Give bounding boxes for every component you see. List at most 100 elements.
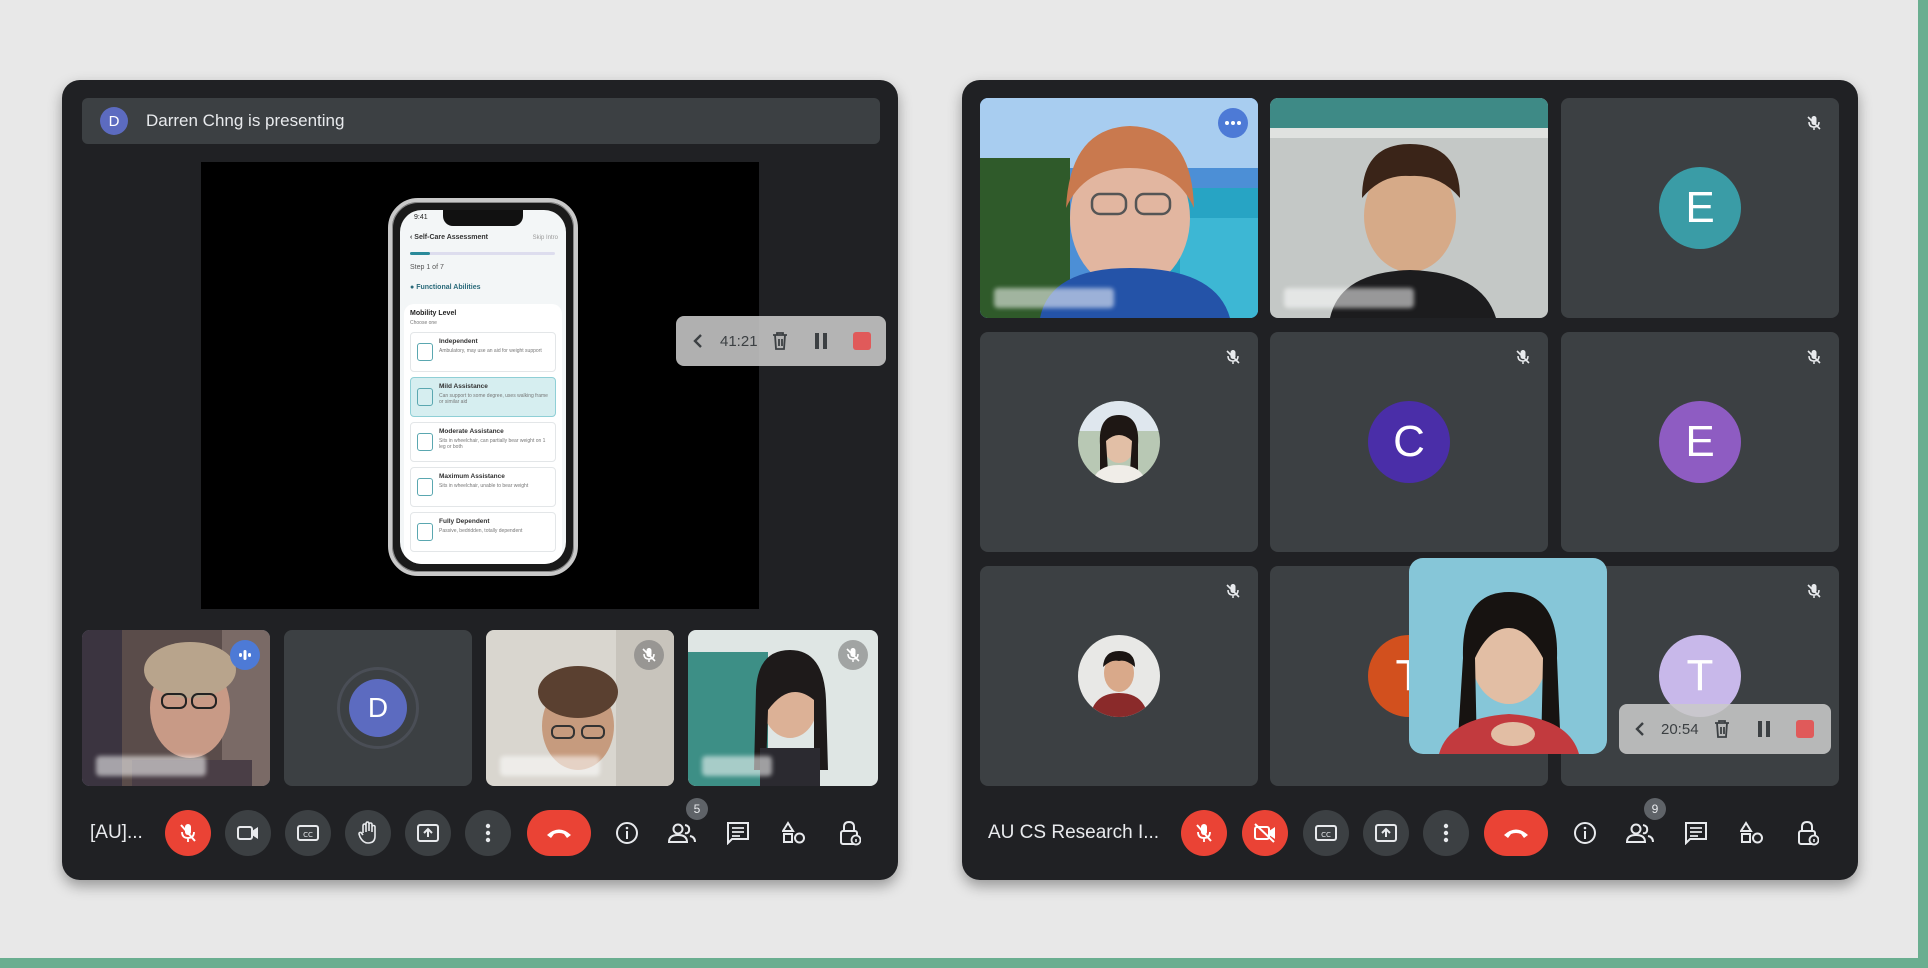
more-options-button[interactable]: [1423, 810, 1469, 856]
green-frame-right: [1918, 0, 1928, 968]
chevron-left-icon[interactable]: [676, 333, 720, 349]
present-icon: [417, 824, 439, 842]
svg-text:CC: CC: [1321, 831, 1331, 839]
camera-toggle-button[interactable]: [225, 810, 271, 856]
present-button[interactable]: [405, 810, 451, 856]
phone-header-title: Self-Care Assessment: [414, 234, 488, 241]
self-view-tile[interactable]: [1409, 558, 1607, 754]
meeting-title: [AU]...: [90, 822, 143, 843]
mic-toggle-button[interactable]: [165, 810, 211, 856]
participants-count-badge: 5: [686, 798, 708, 820]
mic-off-icon: [838, 640, 868, 670]
phone-skip: Skip Intro: [532, 235, 558, 241]
info-icon: [616, 822, 638, 844]
participant-tile[interactable]: [688, 630, 878, 786]
avatar: E: [1659, 401, 1741, 483]
activities-button[interactable]: [774, 813, 814, 853]
mic-off-icon: [1799, 576, 1829, 606]
option-item: Fully Dependent Passive, bedridden, total…: [410, 512, 556, 552]
leave-call-button[interactable]: [1484, 810, 1548, 856]
right-meet-window: E C E T T: [962, 80, 1858, 880]
chat-button[interactable]: [718, 813, 758, 853]
mic-off-icon: [1799, 108, 1829, 138]
present-button[interactable]: [1363, 810, 1409, 856]
stop-icon[interactable]: [842, 332, 882, 350]
speaking-icon: [230, 640, 260, 670]
participant-tile-speaking[interactable]: [82, 630, 270, 786]
raise-hand-button[interactable]: [345, 810, 391, 856]
leave-call-button[interactable]: [527, 810, 591, 856]
participant-name-blurred: [1284, 288, 1414, 308]
info-icon: [1574, 822, 1596, 844]
captions-button[interactable]: CC: [285, 810, 331, 856]
camera-icon: [237, 826, 258, 840]
recorder-time: 41:21: [720, 332, 758, 350]
participant-tile[interactable]: [980, 332, 1258, 552]
presenter-banner: D Darren Chng is presenting: [82, 98, 880, 144]
stop-icon[interactable]: [1785, 720, 1825, 738]
avatar: D: [349, 679, 407, 737]
end-call-icon: [1504, 829, 1528, 838]
option-item: Independent Ambulatory, may use an aid fo…: [410, 332, 556, 372]
chevron-left-icon[interactable]: [1619, 721, 1661, 737]
people-icon: [1626, 823, 1654, 843]
participant-tile[interactable]: [486, 630, 674, 786]
avatar-photo: [1078, 635, 1160, 717]
phone-step: Step 1 of 7: [410, 264, 444, 271]
people-icon: [668, 823, 696, 843]
phone-sheet: Mobility Level Choose one Independent Amb…: [404, 304, 562, 564]
meeting-title: AU CS Research I...: [988, 822, 1160, 843]
chat-icon: [727, 822, 749, 845]
participant-tile-video[interactable]: [1270, 98, 1548, 318]
phone-time: 9:41: [414, 214, 428, 221]
left-meet-window: D Darren Chng is presenting 9:41 ‹ Self-…: [62, 80, 898, 880]
more-options-button[interactable]: [465, 810, 511, 856]
host-controls-button[interactable]: [830, 813, 870, 853]
green-frame-bottom: [0, 958, 1928, 968]
presenter-banner-text: Darren Chng is presenting: [146, 111, 345, 130]
chat-icon: [1685, 822, 1707, 845]
mic-off-icon: [1218, 576, 1248, 606]
lock-icon: [1798, 820, 1819, 846]
mic-off-icon: [1799, 342, 1829, 372]
host-controls-button[interactable]: [1788, 813, 1828, 853]
camera-toggle-button[interactable]: [1242, 810, 1288, 856]
end-call-icon: [547, 829, 571, 838]
participant-tile[interactable]: E: [1561, 332, 1839, 552]
phone-screen: 9:41 ‹ Self-Care Assessment Skip Intro S…: [400, 210, 566, 564]
captions-icon: CC: [1315, 825, 1337, 841]
meeting-info-button[interactable]: [1565, 813, 1605, 853]
presenter-avatar: D: [100, 107, 128, 135]
mic-toggle-button[interactable]: [1181, 810, 1227, 856]
sheet-subtitle: Choose one: [410, 320, 437, 326]
activities-icon: [782, 821, 805, 844]
pause-icon[interactable]: [1743, 720, 1785, 738]
recorder-bar: 41:21: [676, 316, 886, 366]
tile-more-button[interactable]: [1218, 108, 1248, 138]
participant-tile-video[interactable]: [980, 98, 1258, 318]
pause-icon[interactable]: [800, 332, 842, 350]
activities-button[interactable]: [1732, 813, 1772, 853]
raise-hand-icon: [358, 821, 376, 844]
trash-icon[interactable]: [760, 331, 800, 351]
participant-tile[interactable]: C: [1270, 332, 1548, 552]
participant-tile[interactable]: [980, 566, 1258, 786]
avatar: E: [1659, 167, 1741, 249]
participant-name-blurred: [500, 756, 600, 776]
option-item-selected: Mild Assistance Can support to some degre…: [410, 377, 556, 417]
chat-button[interactable]: [1676, 813, 1716, 853]
participant-tile[interactable]: D: [284, 630, 472, 786]
trash-icon[interactable]: [1701, 719, 1743, 739]
camera-off-icon: [1254, 823, 1275, 843]
meeting-info-button[interactable]: [607, 813, 647, 853]
phone-progress: [410, 252, 555, 255]
option-item: Moderate Assistance Sits in wheelchair, c…: [410, 422, 556, 462]
phone-mockup: 9:41 ‹ Self-Care Assessment Skip Intro S…: [388, 198, 578, 576]
video-feed: [1270, 98, 1548, 318]
avatar: C: [1368, 401, 1450, 483]
participants-count-badge: 9: [1644, 798, 1666, 820]
participant-name-blurred: [702, 756, 772, 776]
participant-tile[interactable]: E: [1561, 98, 1839, 318]
captions-button[interactable]: CC: [1303, 810, 1349, 856]
option-item: Maximum Assistance Sits in wheelchair, un…: [410, 467, 556, 507]
